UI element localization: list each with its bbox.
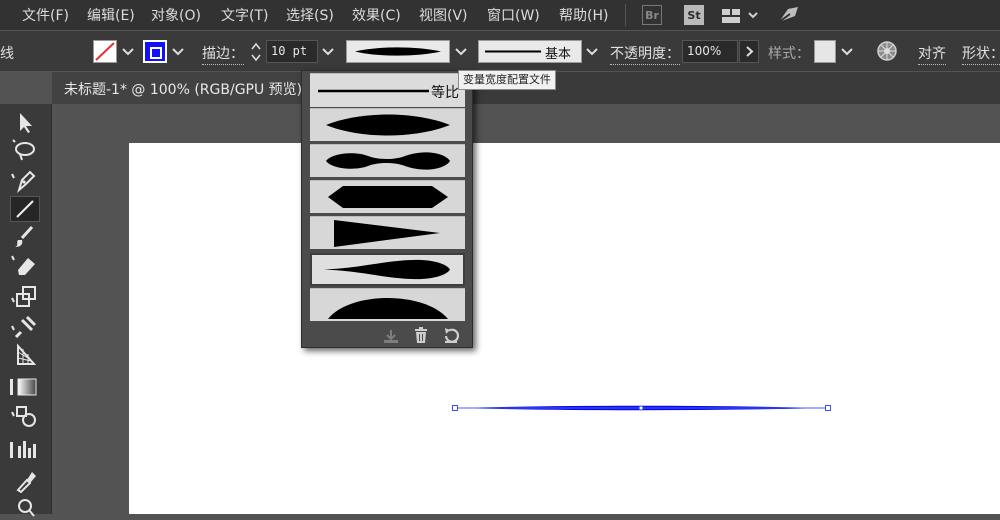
profile-width-1[interactable] [310,108,465,141]
stroke-inner-icon [150,47,162,59]
stroke-link[interactable]: 描边： [202,43,244,65]
width-profile-6-icon [328,298,448,319]
anchor-point-start[interactable] [452,405,458,411]
save-profile-icon[interactable] [382,328,400,344]
width-profile-5-icon [324,259,450,280]
artboard[interactable] [129,143,1000,514]
chevron-right-icon [746,46,754,57]
uniform-label: 等比 [431,85,459,101]
bridge-icon[interactable]: Br [642,5,662,25]
document-title: 未标题-1* @ 100% (RGB/GPU 预览) [64,82,303,98]
width-profile-3-icon [328,186,448,208]
tools-panel [0,104,52,517]
panel-label: 线 [0,46,14,62]
gpu-performance-icon[interactable] [776,4,800,26]
chevron-down-icon[interactable] [169,40,187,62]
eyedropper-icon[interactable] [10,468,40,494]
lasso-icon[interactable] [10,138,40,164]
selection-arrow-icon[interactable] [10,110,40,136]
stock-icon[interactable]: St [684,5,704,25]
chevron-down-icon[interactable] [583,40,601,62]
menu-separator [625,4,626,26]
align-link[interactable]: 对齐 [918,43,946,65]
profile-width-5-selected[interactable] [310,253,465,286]
chevron-down-icon[interactable] [452,40,470,62]
reset-profiles-icon[interactable] [442,327,460,344]
width-profile-4-icon [334,220,440,247]
stroke-weight-value: 10 pt [271,44,308,58]
opacity-link[interactable]: 不透明度： [610,43,680,65]
brush-definition-selector[interactable]: 基本 [478,40,582,63]
menu-effect[interactable]: 效果(C) [352,5,401,25]
width-profile-dropdown: 等比 [301,70,473,348]
opacity-expand-button[interactable] [739,40,759,63]
menu-type[interactable]: 文字(T) [221,5,268,25]
perspective-grid-icon[interactable] [10,342,40,368]
scale-icon[interactable] [10,284,40,310]
stroke-swatch[interactable] [143,40,167,63]
pen-icon[interactable] [10,168,40,194]
width-profile-2-icon [326,152,450,170]
chevron-down-icon[interactable] [838,40,856,62]
uniform-stroke-icon [318,89,429,93]
line-segment-icon [16,200,34,218]
fill-swatch[interactable] [93,40,117,63]
shape-link[interactable]: 形状： [962,43,1000,65]
trash-icon[interactable] [413,327,429,344]
profile-uniform[interactable]: 等比 [310,73,465,107]
none-slash-icon [95,42,115,61]
opacity-field[interactable]: 100% [682,40,738,63]
width-profile-1-icon [326,114,450,136]
menu-window[interactable]: 窗口(W) [487,5,540,25]
line-tool-button[interactable] [10,196,40,222]
stroke-weight-field[interactable]: 10 pt [266,40,318,63]
zoom-icon[interactable] [10,494,40,520]
chevron-down-icon[interactable] [119,40,137,62]
workspace-switcher-icon[interactable] [721,7,765,25]
eraser-icon[interactable] [10,252,40,278]
opacity-value: 100% [687,44,722,58]
control-bar: 线 描边： 10 pt 基本 不透明度： 100% 样式： 对齐 形状： [0,31,1000,71]
center-point [638,405,644,411]
menu-object[interactable]: 对象(O) [151,5,201,25]
width-profile-selector[interactable] [346,40,450,63]
style-label: 样式： [768,46,810,62]
stroke-weight-stepper[interactable] [249,40,263,64]
menu-file[interactable]: 文件(F) [22,5,69,25]
profile-width-6[interactable] [310,288,465,321]
width-profile-preview-icon [355,47,441,56]
puppet-warp-icon[interactable] [10,314,40,340]
shape-builder-icon[interactable] [10,404,40,430]
brush-label: 基本 [545,47,572,62]
graphic-style-swatch[interactable] [814,40,836,63]
recolor-artwork-icon[interactable] [876,40,898,62]
selected-path[interactable] [450,400,840,420]
menu-edit[interactable]: 编辑(E) [87,5,135,25]
column-graph-icon[interactable] [10,436,40,462]
profile-width-2[interactable] [310,144,465,177]
paintbrush-icon[interactable] [10,224,40,250]
menu-select[interactable]: 选择(S) [286,5,334,25]
menu-bar: 文件(F) 编辑(E) 对象(O) 文字(T) 选择(S) 效果(C) 视图(V… [0,0,1000,30]
brush-stroke-icon [485,50,541,53]
menu-view[interactable]: 视图(V) [419,5,468,25]
tooltip: 变量宽度配置文件 [458,70,556,90]
anchor-point-end[interactable] [825,405,831,411]
tab-document[interactable]: 未标题-1* @ 100% (RGB/GPU 预览) [52,72,315,104]
menu-help[interactable]: 帮助(H) [559,5,608,25]
gradient-icon[interactable] [10,374,40,400]
chevron-down-icon[interactable] [319,40,337,62]
profile-width-4[interactable] [310,216,465,249]
profile-width-3[interactable] [310,180,465,213]
